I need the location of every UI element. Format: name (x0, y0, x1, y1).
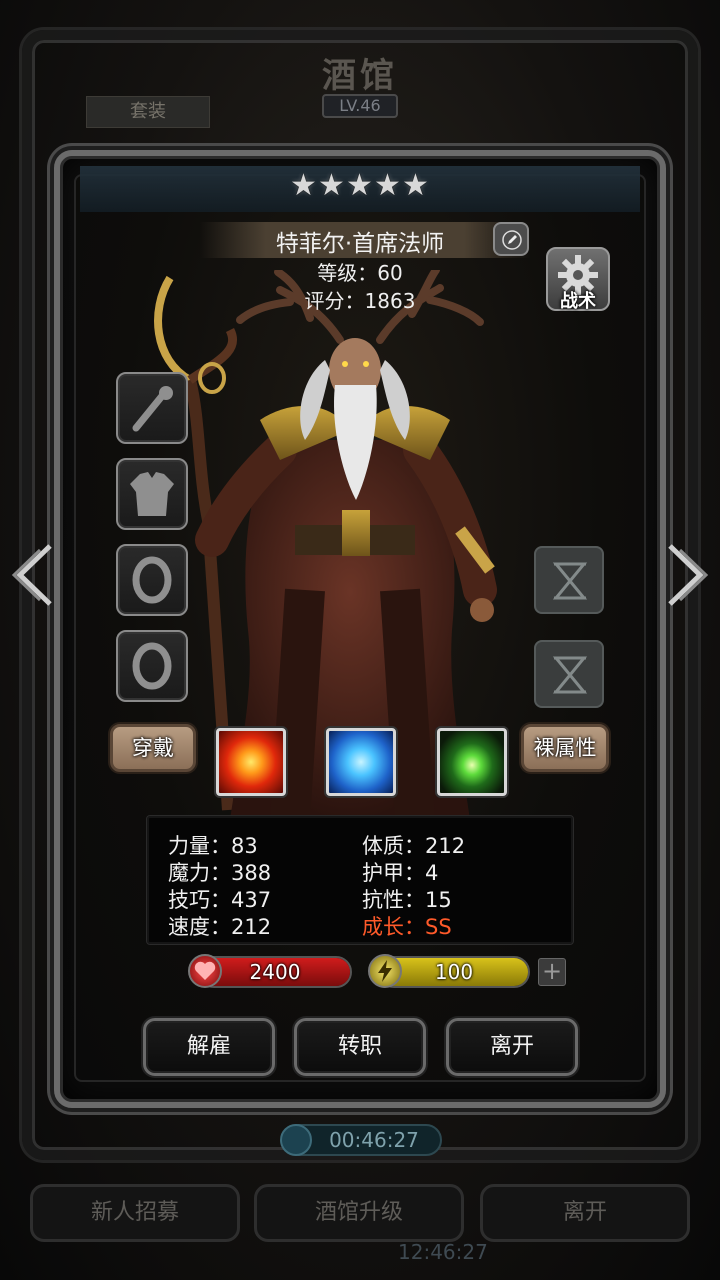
tab-set[interactable]: 套装 (86, 96, 210, 128)
star-icon: ★ (318, 168, 345, 203)
stat-magic: 魔力：388 (168, 861, 272, 885)
energy-value: 100 (434, 960, 474, 984)
star-icon: ★ (402, 168, 429, 203)
clock-icon (280, 1124, 312, 1156)
fire-skill-icon[interactable] (216, 728, 286, 796)
star-icon: ★ (374, 168, 401, 203)
tactics-button[interactable]: 战术 (546, 247, 610, 312)
equip-slot-weapon[interactable] (116, 372, 188, 444)
heart-icon (188, 954, 222, 988)
tavern-upgrade-button[interactable]: 酒馆升级 (254, 1184, 464, 1242)
add-energy-button[interactable]: + (538, 958, 566, 986)
bottom-clock: 12:46:27 (398, 1240, 488, 1264)
next-hero-arrow[interactable] (660, 540, 710, 610)
stat-skill: 技巧：437 (168, 888, 272, 912)
tavern-level-badge: LV.46 (322, 94, 398, 118)
recruit-button[interactable]: 新人招募 (30, 1184, 240, 1242)
dismiss-button[interactable]: 解雇 (143, 1018, 275, 1076)
leave-button[interactable]: 离开 (446, 1018, 578, 1076)
ring-icon (132, 642, 172, 690)
locked-slot-1[interactable] (534, 546, 604, 614)
armor-icon (130, 472, 174, 516)
wear-button[interactable]: 穿戴 (110, 724, 196, 772)
hero-name: 特菲尔·首席法师 (275, 231, 445, 257)
staff-icon (132, 386, 173, 432)
equip-slot-ring-2[interactable] (116, 630, 188, 702)
stat-constitution: 体质：212 (362, 834, 466, 858)
pencil-icon (502, 230, 522, 250)
stat-armor: 护甲：4 (362, 861, 439, 885)
equip-slot-ring-1[interactable] (116, 544, 188, 616)
star-icon: ★ (290, 168, 317, 203)
hero-score: 评分：1863 (304, 289, 416, 313)
prev-hero-arrow[interactable] (10, 540, 60, 610)
ice-skill-icon[interactable] (326, 728, 396, 796)
refresh-timer: 00:46:27 (280, 1124, 442, 1156)
lightning-icon (368, 954, 402, 988)
stat-resistance: 抗性：15 (362, 888, 452, 912)
tactics-label: 战术 (560, 291, 596, 312)
stat-speed: 速度：212 (168, 915, 272, 939)
timer-text: 00:46:27 (329, 1128, 419, 1152)
hero-level: 等级：60 (317, 261, 403, 285)
nature-skill-icon[interactable] (437, 728, 507, 796)
hourglass-icon (552, 656, 588, 694)
hourglass-icon (552, 562, 588, 600)
rename-button[interactable] (493, 222, 529, 256)
change-class-button[interactable]: 转职 (294, 1018, 426, 1076)
stat-growth: 成长：SS (362, 915, 452, 939)
naked-attributes-button[interactable]: 裸属性 (521, 724, 609, 772)
ring-icon (132, 556, 172, 604)
star-rating: ★ ★ ★ ★ ★ (290, 170, 430, 204)
hp-value: 2400 (249, 960, 301, 984)
stat-strength: 力量：83 (168, 834, 258, 858)
star-icon: ★ (346, 168, 373, 203)
equip-slot-armor[interactable] (116, 458, 188, 530)
tavern-title: 酒馆 (322, 56, 398, 96)
locked-slot-2[interactable] (534, 640, 604, 708)
tavern-leave-button[interactable]: 离开 (480, 1184, 690, 1242)
